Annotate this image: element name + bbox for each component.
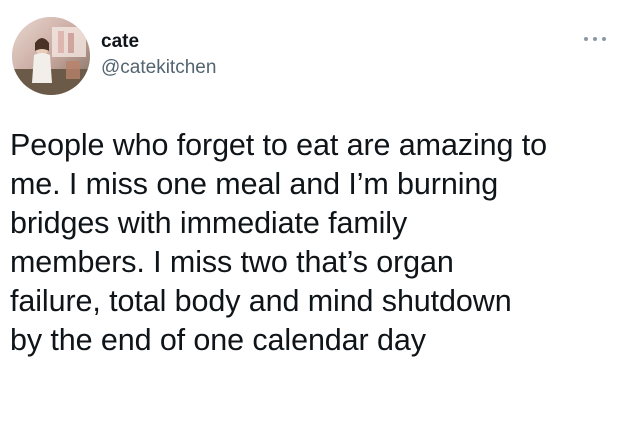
tweet-text: People who forget to eat are amazing to … <box>10 128 547 357</box>
avatar[interactable] <box>12 17 90 95</box>
tweet-card: cate @catekitchen People who forget to e… <box>0 0 620 434</box>
more-options-icon[interactable] <box>584 34 606 44</box>
more-dot <box>602 37 606 41</box>
more-dot <box>584 37 588 41</box>
more-dot <box>593 37 597 41</box>
author-info: cate @catekitchen <box>101 30 216 80</box>
avatar-image <box>12 17 90 95</box>
display-name[interactable]: cate <box>101 30 216 54</box>
user-handle[interactable]: @catekitchen <box>101 56 216 80</box>
